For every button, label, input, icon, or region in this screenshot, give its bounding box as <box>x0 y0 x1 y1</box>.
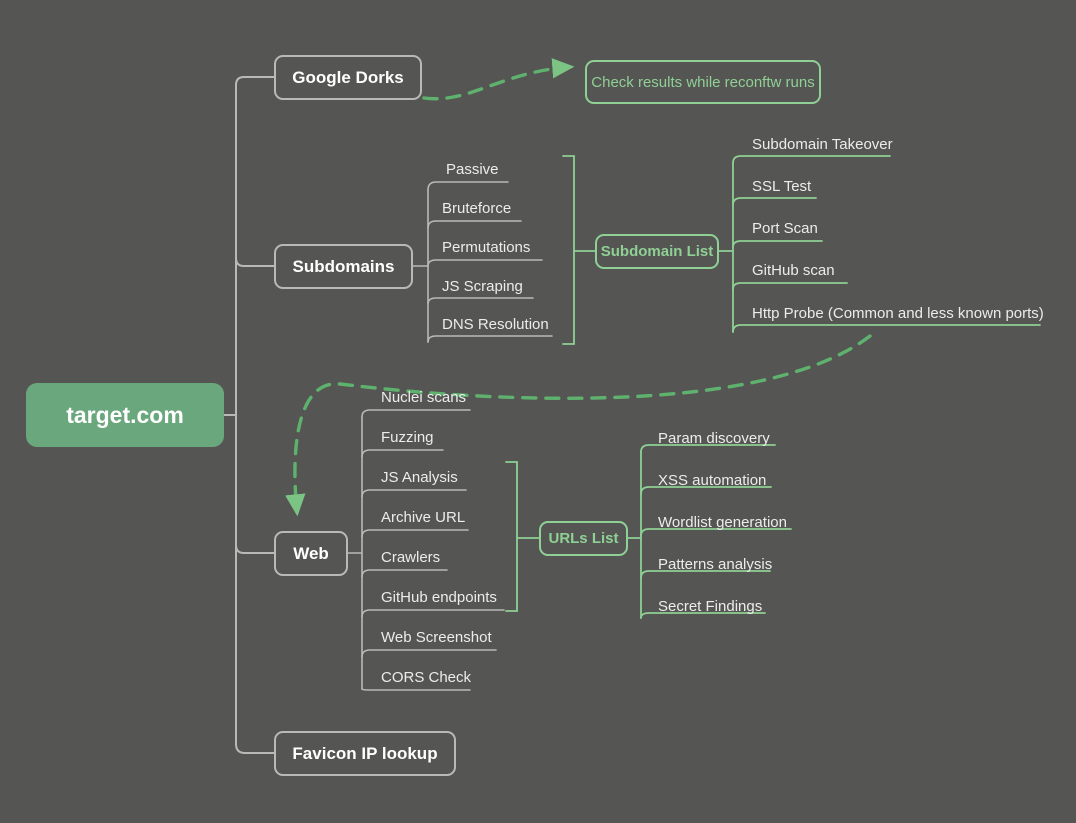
branch-node-google-dorks-label: Google Dorks <box>292 67 404 87</box>
output-node-urls-list[interactable]: URLs List <box>539 521 628 556</box>
leaf-label: Port Scan <box>752 220 818 237</box>
mindmap-canvas: target.com Google Dorks Subdomains Web F… <box>0 0 1076 823</box>
leaf-label: Archive URL <box>381 509 466 526</box>
leaf-label: Http Probe (Common and less known ports) <box>752 305 1044 322</box>
leaf-label: Wordlist generation <box>658 514 787 531</box>
leaf-label: SSL Test <box>752 178 812 195</box>
leaf-label: Web Screenshot <box>381 629 492 646</box>
dashed-arrow-google-dorks-to-note <box>422 58 575 101</box>
leaf-web-github-endpoints[interactable]: GitHub endpoints <box>381 589 497 607</box>
note-node-check-results-label: Check results while reconftw runs <box>591 73 815 91</box>
branch-node-subdomains-label: Subdomains <box>292 256 395 276</box>
leaf-label: JS Analysis <box>381 469 458 486</box>
leaf-label: Subdomain Takeover <box>752 136 893 153</box>
leaf-port-scan[interactable]: Port Scan <box>752 220 818 238</box>
leaf-label: DNS Resolution <box>442 316 549 333</box>
leaf-label: Bruteforce <box>442 200 512 217</box>
output-node-subdomain-list-label: Subdomain List <box>600 243 714 260</box>
leaf-label: Param discovery <box>658 430 770 447</box>
leaf-label: Fuzzing <box>381 429 434 446</box>
leaf-subdomains-dns-resolution[interactable]: DNS Resolution <box>442 316 549 334</box>
leaf-xss-automation[interactable]: XSS automation <box>658 472 766 490</box>
note-node-check-results[interactable]: Check results while reconftw runs <box>585 60 821 104</box>
leaf-web-cors-check[interactable]: CORS Check <box>381 669 471 687</box>
leaf-label: GitHub scan <box>752 262 835 279</box>
leaf-label: Passive <box>446 161 499 178</box>
subdomain-list-bracket <box>562 155 596 345</box>
leaf-web-archive-url[interactable]: Archive URL <box>381 509 465 527</box>
leaf-label: XSS automation <box>658 472 767 489</box>
leaf-web-screenshot[interactable]: Web Screenshot <box>381 629 492 647</box>
leaf-subdomains-js-scraping[interactable]: JS Scraping <box>442 278 523 296</box>
leaf-param-discovery[interactable]: Param discovery <box>658 430 770 448</box>
leaf-web-fuzzing[interactable]: Fuzzing <box>381 429 434 447</box>
output-node-urls-list-label: URLs List <box>548 530 619 547</box>
output-node-subdomain-list[interactable]: Subdomain List <box>595 234 719 269</box>
leaf-label: Crawlers <box>381 549 441 566</box>
branch-node-favicon-ip-lookup[interactable]: Favicon IP lookup <box>274 731 456 776</box>
leaf-github-scan[interactable]: GitHub scan <box>752 262 835 280</box>
leaf-web-js-analysis[interactable]: JS Analysis <box>381 469 458 487</box>
branch-node-google-dorks[interactable]: Google Dorks <box>274 55 422 100</box>
leaf-web-crawlers[interactable]: Crawlers <box>381 549 440 567</box>
branch-node-web-label: Web <box>293 543 329 563</box>
leaf-patterns-analysis[interactable]: Patterns analysis <box>658 556 772 574</box>
branch-node-web[interactable]: Web <box>274 531 348 576</box>
leaf-wordlist-generation[interactable]: Wordlist generation <box>658 514 787 532</box>
leaf-web-nuclei-scans[interactable]: Nuclei scans <box>381 389 466 407</box>
leaf-subdomains-bruteforce[interactable]: Bruteforce <box>442 200 511 218</box>
branch-node-favicon-ip-lookup-label: Favicon IP lookup <box>292 743 438 763</box>
urls-list-bracket <box>505 461 540 612</box>
root-node-label: target.com <box>66 401 184 428</box>
leaf-label: Nuclei scans <box>381 389 467 406</box>
leaf-secret-findings[interactable]: Secret Findings <box>658 598 762 616</box>
leaf-subdomains-permutations[interactable]: Permutations <box>442 239 530 257</box>
leaf-label: JS Scraping <box>442 278 523 295</box>
leaf-label: Patterns analysis <box>658 556 773 573</box>
leaf-http-probe[interactable]: Http Probe (Common and less known ports) <box>752 305 1044 323</box>
leaf-label: GitHub endpoints <box>381 589 497 606</box>
leaf-label: CORS Check <box>381 669 472 686</box>
leaf-ssl-test[interactable]: SSL Test <box>752 178 811 196</box>
branch-node-subdomains[interactable]: Subdomains <box>274 244 413 289</box>
leaf-subdomain-takeover[interactable]: Subdomain Takeover <box>752 136 893 154</box>
leaf-label: Secret Findings <box>658 598 763 615</box>
root-spine <box>223 76 275 754</box>
leaf-subdomains-passive[interactable]: Passive <box>446 161 499 179</box>
root-node-target[interactable]: target.com <box>26 383 224 447</box>
leaf-label: Permutations <box>442 239 531 256</box>
